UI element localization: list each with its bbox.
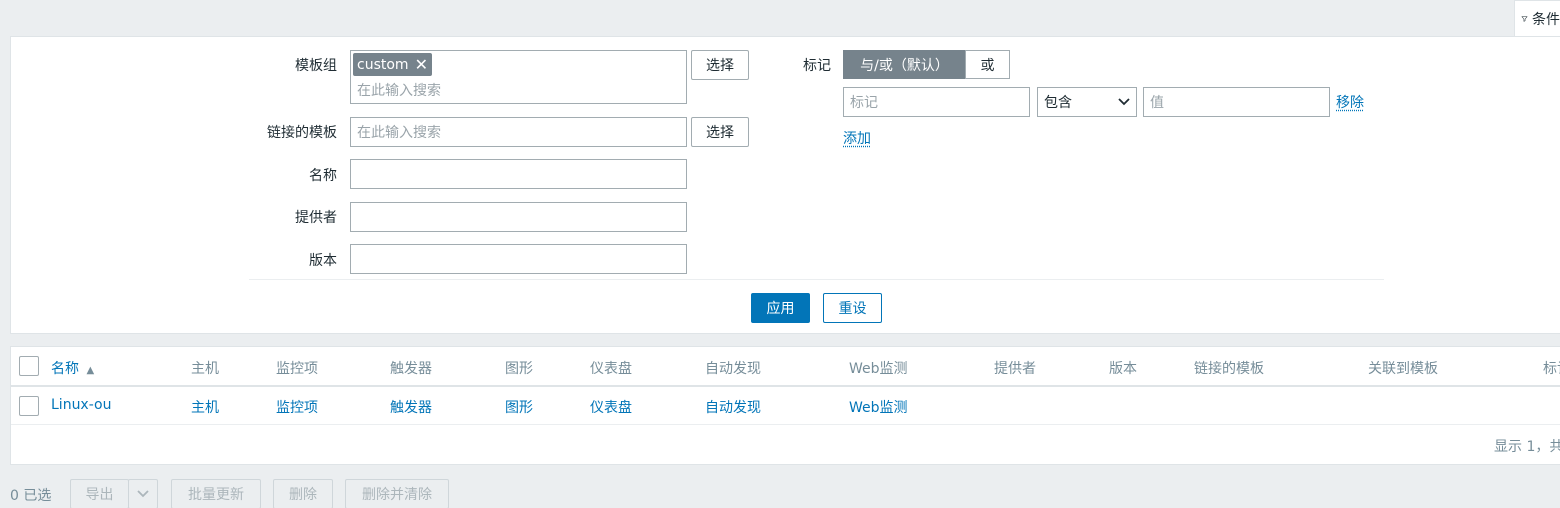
tags-or-option[interactable]: 或 [965,50,1010,79]
tag-add-link[interactable]: 添加 [843,128,871,148]
row-name-link[interactable]: Linux-ou [51,397,111,413]
template-groups-select-button[interactable]: 选择 [691,50,749,80]
vendor-input[interactable] [350,202,687,232]
row-triggers-link[interactable]: 触发器 [390,397,432,417]
column-header-discovery: 自动发现 [705,361,761,377]
tags-label: 标记 [803,58,831,74]
linked-templates-label: 链接的模板 [267,125,337,141]
tags-and-or-option[interactable]: 与/或（默认） [843,50,966,79]
header-divider [11,385,1560,387]
column-header-hosts: 主机 [191,361,219,377]
column-header-dashboards: 仪表盘 [590,361,632,377]
column-header-linked-templates: 链接的模板 [1194,361,1264,377]
delete-and-clear-button[interactable]: 删除并清除 [345,479,449,508]
row-items-link[interactable]: 监控项 [276,397,318,417]
column-header-name[interactable]: 名称 ▲ [51,358,94,378]
tag-value-input[interactable]: 值 [1143,87,1330,117]
templates-table: 名称 ▲ 主机 监控项 触发器 图形 仪表盘 自动发现 Web监测 提供者 版本… [10,346,1560,465]
filter-icon [1521,15,1528,22]
column-header-version: 版本 [1109,361,1137,377]
column-header-triggers: 触发器 [390,361,432,377]
linked-templates-search-input[interactable]: 在此输入搜索 [350,117,687,147]
reset-button[interactable]: 重设 [823,293,882,323]
delete-button[interactable]: 删除 [273,479,333,508]
template-groups-multiselect[interactable]: custom ✕ 在此输入搜索 [350,50,687,104]
column-header-items: 监控项 [276,361,318,377]
chip-remove-icon[interactable]: ✕ [415,56,428,73]
column-header-tags: 标记 [1543,361,1560,377]
select-all-checkbox[interactable] [19,356,39,376]
tag-name-input[interactable]: 标记 [843,87,1030,117]
sort-ascending-icon: ▲ [86,365,95,376]
row-web-link[interactable]: Web监测 [849,397,908,417]
filter-panel: 模板组 custom ✕ 在此输入搜索 选择 链接的模板 在此输入搜索 选择 名… [10,36,1560,334]
row-hosts-link[interactable]: 主机 [191,397,219,417]
template-group-chip: custom ✕ [353,53,432,76]
export-button[interactable]: 导出 [70,479,129,508]
row-checkbox[interactable] [19,396,39,416]
version-label: 版本 [309,253,337,269]
linked-templates-select-button[interactable]: 选择 [691,117,749,147]
row-divider [11,424,1560,425]
column-header-vendor: 提供者 [994,361,1036,377]
chevron-down-icon [137,490,149,498]
filter-divider [249,279,1384,280]
vendor-label: 提供者 [295,210,337,226]
row-dashboards-link[interactable]: 仪表盘 [590,397,632,417]
template-groups-label: 模板组 [295,58,337,74]
chevron-down-icon [1118,98,1130,106]
filter-tab[interactable]: 条件 [1514,0,1560,36]
version-input[interactable] [350,244,687,274]
row-discovery-link[interactable]: 自动发现 [705,397,761,417]
filter-tab-label: 条件 [1532,11,1560,28]
selected-count: 0 已选 [10,488,52,504]
template-groups-search-input[interactable]: 在此输入搜索 [357,80,441,100]
apply-button[interactable]: 应用 [751,293,810,323]
name-label: 名称 [309,168,337,184]
tag-operator-select[interactable]: 包含 [1037,87,1137,117]
table-stats: 显示 1，共 1 个 [1494,439,1560,455]
column-header-web: Web监测 [849,361,908,377]
tag-operator-value: 包含 [1044,95,1072,111]
mass-update-button[interactable]: 批量更新 [171,479,261,508]
column-header-graphs: 图形 [505,361,533,377]
name-input[interactable] [350,159,687,189]
export-dropdown-button[interactable] [128,479,158,508]
column-header-linked-to-templates: 关联到模板 [1368,361,1438,377]
row-graphs-link[interactable]: 图形 [505,397,533,417]
chip-label: custom [357,56,409,73]
tag-remove-link[interactable]: 移除 [1336,92,1364,112]
